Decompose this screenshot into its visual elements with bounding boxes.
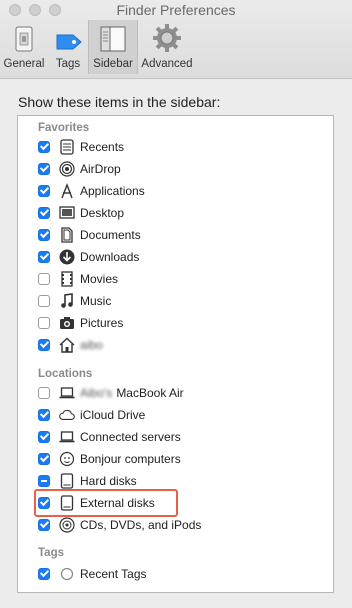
hard-disks-label: Hard disks bbox=[80, 474, 137, 488]
list-item-airdrop[interactable]: AirDrop bbox=[38, 158, 121, 180]
desktop-label: Desktop bbox=[80, 206, 125, 220]
cds-dvds-ipods-label: CDs, DVDs, and iPods bbox=[80, 518, 202, 532]
list-item-recents[interactable]: Recents bbox=[38, 136, 124, 158]
tag-icon bbox=[53, 31, 83, 56]
tab-general[interactable]: General bbox=[0, 20, 48, 74]
window-title: Finder Preferences bbox=[116, 2, 236, 18]
pictures-checkbox[interactable] bbox=[38, 317, 50, 329]
pictures-label: Pictures bbox=[80, 316, 124, 330]
sidebar-items-heading: Show these items in the sidebar: bbox=[18, 94, 221, 110]
tab-general-label: General bbox=[3, 58, 45, 70]
desktop-icon bbox=[59, 205, 75, 221]
tab-tags-label: Tags bbox=[55, 58, 81, 70]
gear-icon bbox=[152, 23, 182, 56]
music-icon bbox=[59, 293, 75, 309]
cloud-icon bbox=[59, 407, 75, 423]
airdrop-checkbox[interactable] bbox=[38, 163, 50, 175]
home-label: aibo bbox=[80, 338, 103, 352]
title-bar: Finder Preferences General Tags Sidebar … bbox=[0, 0, 352, 79]
tab-advanced[interactable]: Advanced bbox=[138, 20, 196, 74]
tab-tags[interactable]: Tags bbox=[48, 20, 88, 74]
recents-label: Recents bbox=[80, 140, 125, 154]
documents-icon bbox=[59, 227, 75, 243]
finder-preferences-window: Finder Preferences General Tags Sidebar … bbox=[0, 0, 352, 608]
laptop-icon bbox=[59, 385, 75, 401]
icloud-drive-checkbox[interactable] bbox=[38, 409, 50, 421]
favorites-section-title: Favorites bbox=[38, 122, 90, 134]
applications-icon bbox=[59, 183, 75, 199]
downloads-checkbox[interactable] bbox=[38, 251, 50, 263]
list-item-music[interactable]: Music bbox=[38, 290, 111, 312]
cds-dvds-ipods-checkbox[interactable] bbox=[38, 519, 50, 531]
cd-icon bbox=[59, 517, 75, 533]
bonjour-icon bbox=[59, 451, 75, 467]
list-item-bonjour-computers[interactable]: Bonjour computers bbox=[38, 448, 181, 470]
documents-checkbox[interactable] bbox=[38, 229, 50, 241]
recent-tags-checkbox[interactable] bbox=[38, 568, 50, 580]
home-icon bbox=[59, 337, 75, 353]
list-item-connected-servers[interactable]: Connected servers bbox=[38, 426, 181, 448]
list-item-home[interactable]: aibo bbox=[38, 334, 103, 356]
tags-section-title: Tags bbox=[38, 547, 64, 559]
movies-icon bbox=[59, 271, 75, 287]
movies-checkbox[interactable] bbox=[38, 273, 50, 285]
general-icon bbox=[13, 25, 35, 56]
list-item-cds-dvds-ipods[interactable]: CDs, DVDs, and iPods bbox=[38, 514, 201, 536]
documents-label: Documents bbox=[80, 228, 141, 242]
server-icon bbox=[59, 429, 75, 445]
recent-tags-label: Recent Tags bbox=[80, 567, 147, 581]
movies-label: Movies bbox=[80, 272, 119, 286]
connected-servers-label: Connected servers bbox=[80, 430, 181, 444]
recents-icon bbox=[59, 139, 75, 155]
tab-sidebar-label: Sidebar bbox=[93, 58, 133, 70]
locations-section-title: Locations bbox=[38, 368, 93, 380]
list-item-documents[interactable]: Documents bbox=[38, 224, 141, 246]
airdrop-icon bbox=[59, 161, 75, 177]
list-item-movies[interactable]: Movies bbox=[38, 268, 118, 290]
macbook-owner-label: Aibo's bbox=[80, 386, 113, 400]
downloads-label: Downloads bbox=[80, 250, 140, 264]
applications-label: Applications bbox=[80, 184, 145, 198]
home-checkbox[interactable] bbox=[38, 339, 50, 351]
applications-checkbox[interactable] bbox=[38, 185, 50, 197]
connected-servers-checkbox[interactable] bbox=[38, 431, 50, 443]
pictures-icon bbox=[59, 315, 75, 331]
list-item-icloud-drive[interactable]: iCloud Drive bbox=[38, 404, 145, 426]
downloads-icon bbox=[59, 249, 75, 265]
bonjour-computers-label: Bonjour computers bbox=[80, 452, 181, 466]
macbook-label: MacBook Air bbox=[116, 386, 184, 400]
macbook-checkbox[interactable] bbox=[38, 387, 50, 399]
sidebar-icon bbox=[99, 25, 127, 56]
list-item-downloads[interactable]: Downloads bbox=[38, 246, 139, 268]
hard-disks-checkbox[interactable] bbox=[38, 475, 50, 487]
tab-sidebar[interactable]: Sidebar bbox=[88, 20, 138, 74]
hard-disk-icon bbox=[59, 473, 75, 489]
desktop-checkbox[interactable] bbox=[38, 207, 50, 219]
tag-circle-icon bbox=[59, 566, 75, 582]
external-disks-highlight bbox=[34, 489, 178, 517]
tab-advanced-label: Advanced bbox=[141, 58, 193, 70]
list-item-applications[interactable]: Applications bbox=[38, 180, 145, 202]
list-item-recent-tags[interactable]: Recent Tags bbox=[38, 563, 147, 585]
list-item-pictures[interactable]: Pictures bbox=[38, 312, 123, 334]
icloud-drive-label: iCloud Drive bbox=[80, 408, 146, 422]
sidebar-items-list[interactable]: Favorites Recents AirDrop Applications D… bbox=[17, 115, 334, 593]
list-item-macbook[interactable]: Aibo's MacBook Air bbox=[38, 382, 184, 404]
preferences-toolbar: General Tags Sidebar Advanced bbox=[0, 20, 196, 78]
airdrop-label: AirDrop bbox=[80, 162, 121, 176]
list-item-desktop[interactable]: Desktop bbox=[38, 202, 124, 224]
music-label: Music bbox=[80, 294, 112, 308]
music-checkbox[interactable] bbox=[38, 295, 50, 307]
recents-checkbox[interactable] bbox=[38, 141, 50, 153]
bonjour-computers-checkbox[interactable] bbox=[38, 453, 50, 465]
